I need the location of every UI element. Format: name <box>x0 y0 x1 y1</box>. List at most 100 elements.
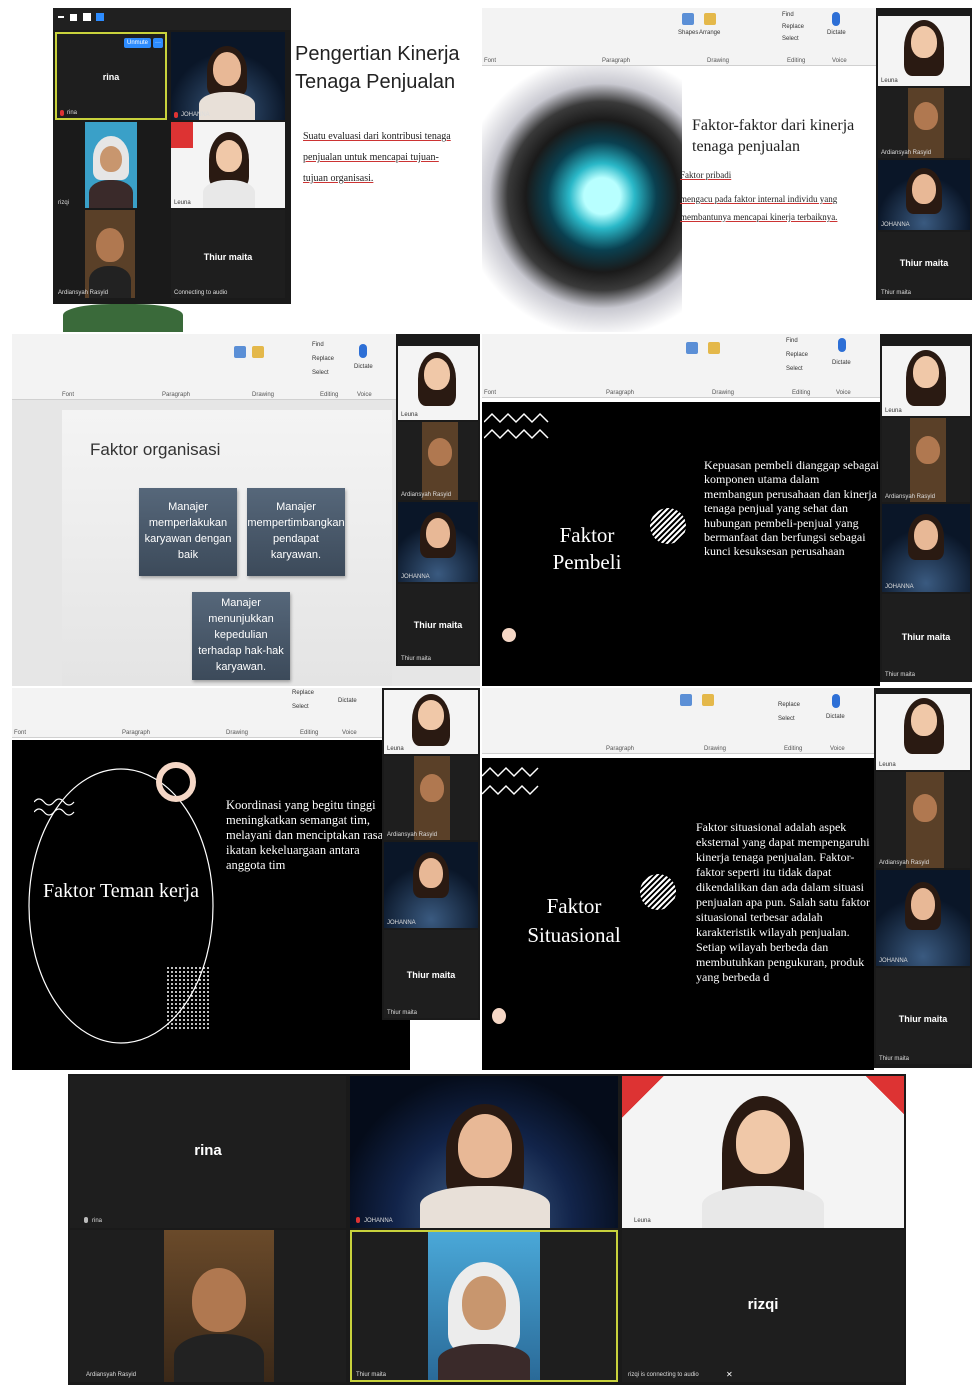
slide-title: Faktor-faktor dari kinerja tenaga penjua… <box>692 117 855 155</box>
tile-thiur[interactable]: Thiur maita <box>350 1230 618 1382</box>
dictate-button[interactable]: Dictate <box>827 30 846 36</box>
avatar-face <box>911 704 937 736</box>
tile-thiur[interactable]: Thiur maita Thiur maita <box>398 584 478 664</box>
dictate-button[interactable]: Dictate <box>338 698 357 704</box>
find-button[interactable]: Find <box>786 338 798 344</box>
slide-title: Faktor Pembeli <box>552 523 622 575</box>
select-button[interactable]: Select <box>778 716 795 722</box>
participant-name: Leuna <box>387 746 404 752</box>
arrange-icon[interactable] <box>704 13 716 25</box>
replace-button[interactable]: Replace <box>778 702 800 708</box>
tile-center-name: Thiur maita <box>406 970 456 980</box>
find-button[interactable]: Find <box>312 342 324 348</box>
participant-name: Leuna <box>885 408 902 414</box>
shapes-icon[interactable] <box>682 13 694 25</box>
shapes-button[interactable]: Shapes <box>678 30 698 36</box>
close-icon[interactable]: ✕ <box>726 1370 733 1379</box>
tile-leuna[interactable]: Leuna <box>171 122 285 208</box>
mic-muted-icon <box>174 112 178 118</box>
tile-ardiansyah[interactable]: Ardiansyah Rasyid <box>876 772 970 868</box>
tile-rizqi[interactable]: rizqi <box>55 122 167 208</box>
avatar-face <box>914 520 938 550</box>
tile-leuna[interactable]: Leuna <box>882 346 970 416</box>
tile-leuna[interactable]: Leuna <box>622 1076 904 1228</box>
dictate-button[interactable]: Dictate <box>354 364 373 370</box>
participant-name: Leuna <box>879 762 896 768</box>
tile-leuna[interactable]: Leuna <box>878 16 970 86</box>
dictate-button[interactable]: Dictate <box>826 714 845 720</box>
select-button[interactable]: Select <box>292 704 309 710</box>
camera-lens-image <box>482 66 682 332</box>
select-button[interactable]: Select <box>312 370 329 376</box>
tile-johanna[interactable]: JOHANNA <box>876 870 970 966</box>
zoom-side-strip: Leuna Ardiansyah Rasyid JOHANNA Thiur ma… <box>396 334 480 666</box>
tile-ardiansyah[interactable]: Ardiansyah Rasyid <box>70 1230 346 1382</box>
tile-ardiansyah[interactable]: Ardiansyah Rasyid <box>398 422 478 500</box>
tile-johanna[interactable]: JOHANNA <box>398 502 478 582</box>
select-button[interactable]: Select <box>782 36 799 42</box>
arrange-icon[interactable] <box>708 342 720 354</box>
microphone-icon[interactable] <box>838 338 846 352</box>
tile-center-name: rizqi <box>747 1296 779 1313</box>
tile-center-name: rina <box>102 72 120 82</box>
tile-ardiansyah[interactable]: Ardiansyah Rasyid <box>878 88 970 158</box>
microphone-icon[interactable] <box>832 694 840 708</box>
peach-dot-decor <box>492 1008 506 1024</box>
participant-name: JOHANNA <box>387 920 416 926</box>
tile-rizqi[interactable]: rizqi rizqi is connecting to audio ✕ <box>622 1230 904 1382</box>
tile-center-name: Thiur maita <box>901 632 951 642</box>
minimize-icon[interactable] <box>58 16 64 18</box>
tile-rina[interactable]: Unmute ··· rina rina <box>55 32 167 120</box>
tile-ardiansyah[interactable]: Ardiansyah Rasyid <box>882 418 970 502</box>
microphone-icon[interactable] <box>359 344 367 358</box>
tile-johanna[interactable]: JOHANNA <box>350 1076 618 1228</box>
panel-meeting-3: Font Paragraph Drawing Editing Voice Fin… <box>12 334 480 686</box>
red-stripe-decor <box>864 1076 904 1228</box>
tile-ardiansyah[interactable]: Ardiansyah Rasyid <box>55 210 167 298</box>
microphone-icon[interactable] <box>832 12 840 26</box>
tile-ardiansyah[interactable]: Ardiansyah Rasyid <box>384 756 478 840</box>
unmute-button[interactable]: Unmute <box>123 38 151 48</box>
dictate-button[interactable]: Dictate <box>832 360 851 366</box>
tile-johanna[interactable]: JOHANNA <box>384 842 478 928</box>
participant-name: JOHANNA <box>181 112 210 118</box>
arrange-button[interactable]: Arrange <box>699 30 720 36</box>
participant-name: Leuna <box>881 78 898 84</box>
tile-thiur[interactable]: Thiur maita Thiur maita <box>882 594 970 680</box>
replace-button[interactable]: Replace <box>782 24 804 30</box>
shapes-icon[interactable] <box>234 346 246 358</box>
tile-rina[interactable]: rina rina <box>70 1076 346 1228</box>
select-button[interactable]: Select <box>786 366 803 372</box>
tile-thiur[interactable]: Thiur maita Thiur maita <box>384 930 478 1018</box>
shapes-icon[interactable] <box>680 694 692 706</box>
grid-icon[interactable] <box>83 13 91 21</box>
participant-name: JOHANNA <box>879 958 908 964</box>
avatar-face <box>911 26 937 58</box>
hatched-circle-decor <box>650 508 686 544</box>
tile-johanna[interactable]: JOHANNA <box>882 504 970 592</box>
tile-thiur[interactable]: Thiur maita Thiur maita <box>878 232 970 298</box>
replace-button[interactable]: Replace <box>292 690 314 696</box>
view-icon[interactable] <box>70 14 77 21</box>
tile-thiur[interactable]: Thiur maita Connecting to audio <box>171 210 285 298</box>
tile-leuna[interactable]: Leuna <box>384 690 478 754</box>
avatar-face <box>96 228 124 262</box>
replace-button[interactable]: Replace <box>312 356 334 362</box>
shapes-icon[interactable] <box>686 342 698 354</box>
arrange-icon[interactable] <box>702 694 714 706</box>
tile-thiur[interactable]: Thiur maita Thiur maita <box>876 968 970 1064</box>
tile-leuna[interactable]: Leuna <box>876 694 970 770</box>
arrange-icon[interactable] <box>252 346 264 358</box>
tile-leuna[interactable]: Leuna <box>398 346 478 420</box>
more-button[interactable]: ··· <box>153 38 163 48</box>
avatar-face <box>916 436 940 464</box>
tile-johanna[interactable]: JOHANNA <box>171 32 285 120</box>
tile-johanna[interactable]: JOHANNA <box>878 160 970 230</box>
find-button[interactable]: Find <box>782 12 794 18</box>
avatar-face <box>912 174 936 204</box>
participant-name: Ardiansyah Rasyid <box>885 494 936 500</box>
gallery-icon[interactable] <box>96 13 104 21</box>
ribbon-group-paragraph: Paragraph <box>162 392 191 398</box>
slide-title: Pengertian Kinerja Tenaga Penjualan <box>295 43 460 93</box>
replace-button[interactable]: Replace <box>786 352 808 358</box>
